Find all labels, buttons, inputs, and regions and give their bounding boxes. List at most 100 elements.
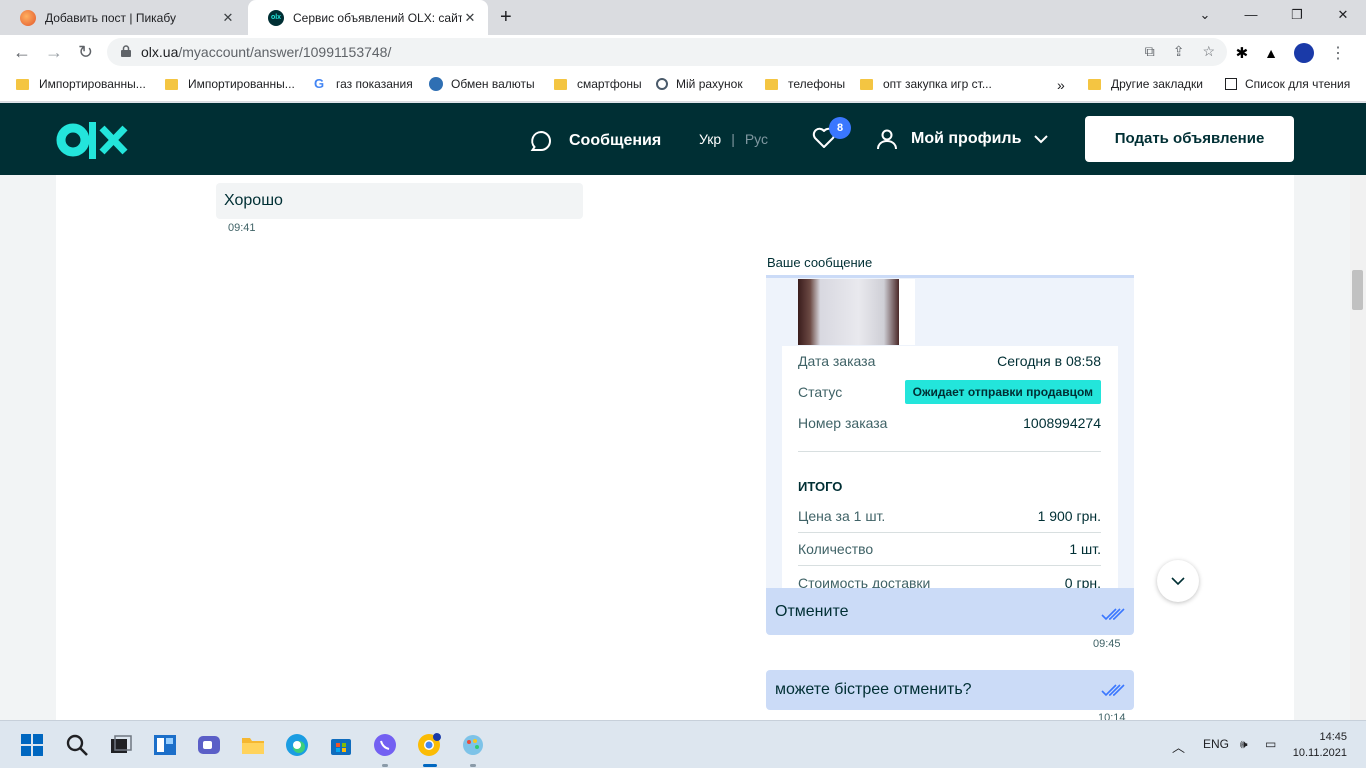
folder-icon [765,78,778,90]
bookmark-item[interactable]: Мій рахунок [656,77,743,91]
olx-header: Сообщения Укр | Рус 8 Мой профиль Подать о… [0,103,1366,175]
tab-pikabu[interactable]: Добавить пост | Пикабу ✕ [0,0,246,35]
microsoft-store-icon[interactable] [329,733,353,757]
profile-avatar[interactable] [1294,43,1314,63]
bookmark-item[interactable]: Импортированны... [165,77,295,91]
open-in-app-icon[interactable]: ⧉ [1145,43,1155,60]
order-status-row: Статус Ожидает отправки продавцом [798,376,1101,408]
lang-rus[interactable]: Рус [745,131,768,147]
minimize-icon[interactable]: — [1228,0,1274,30]
back-icon[interactable]: ← [13,42,31,63]
page-scrollbar[interactable] [1350,175,1366,721]
chat-area: Хорошо 09:41 Ваше сообщение Дата заказа С… [0,175,1366,721]
windows-taskbar: ︿ ENG 🕪 ▭ 14:45 10.11.2021 [0,720,1366,768]
close-tab-icon[interactable]: ✕ [220,10,236,26]
input-language[interactable]: ENG [1203,737,1229,751]
message-text: можете бістрее отменить? [775,681,972,698]
new-tab-icon[interactable]: + [500,6,512,29]
lock-icon [121,45,131,57]
delivery-cost-row: Стоимость доставки 0 грн. [798,574,1101,589]
incoming-message: Хорошо [216,183,583,219]
order-screenshot-attachment[interactable]: Дата заказа Сегодня в 08:58 Статус Ожидает… [766,275,1134,588]
more-bookmarks-icon[interactable]: » [1057,77,1065,93]
scroll-to-bottom-button[interactable] [1157,560,1199,602]
messages-label: Сообщения [569,132,662,149]
account-icon [656,78,668,90]
scrollbar-thumb[interactable] [1352,270,1363,310]
tab-search-icon[interactable]: ⌄ [1182,0,1228,30]
outgoing-message: можете бістрее отменить? [766,670,1134,710]
reading-list[interactable]: Список для чтения [1225,77,1350,91]
favorites-count-badge: 8 [829,117,851,139]
running-indicator [470,764,476,767]
price-row: Цена за 1 шт. 1 900 грн. [798,500,1101,533]
post-ad-button[interactable]: Подать объявление [1085,116,1294,162]
search-icon[interactable] [65,733,89,757]
order-details-card: Дата заказа Сегодня в 08:58 Статус Ожидает… [782,346,1118,588]
olx-logo-icon[interactable] [56,121,128,159]
profile-label: Мой профиль [911,130,1022,147]
outgoing-message: Отмените [766,588,1134,635]
forward-icon[interactable]: → [45,42,63,63]
folder-icon [165,78,178,90]
folder-icon [16,78,29,90]
bookmarks-bar: Импортированны... Импортированны... Gгаз… [0,69,1366,102]
bookmark-star-icon[interactable]: ☆ [1202,43,1215,60]
speaker-icon[interactable]: 🕪 [1240,737,1248,752]
restore-icon[interactable]: ❐ [1274,0,1320,30]
other-bookmarks[interactable]: Другие закладки [1088,77,1203,91]
message-text: Отмените [775,603,849,620]
paint-app-icon[interactable] [461,733,485,757]
folder-icon [1088,78,1101,90]
tab-olx[interactable]: olx Сервис объявлений OLX: сайт ч ✕ [248,0,488,35]
lang-ukr[interactable]: Укр [699,131,721,147]
clock-date: 10.11.2021 [1292,747,1347,759]
extensions-puzzle-icon[interactable]: ✱ [1236,44,1249,62]
user-icon [877,129,897,150]
running-indicator [382,764,388,767]
file-explorer-icon[interactable] [241,733,265,757]
chrome-browser-icon[interactable] [417,733,441,757]
chat-bubble-icon [530,130,551,151]
reading-list-icon [1225,78,1237,90]
profile-menu[interactable]: Мой профиль [876,128,1049,150]
task-view-icon[interactable] [109,733,133,757]
your-message-label: Ваше сообщение [767,255,873,270]
show-hidden-icons-icon[interactable]: ︿ [1172,737,1185,756]
bookmark-item[interactable]: телефоны [765,77,845,91]
clock-time: 14:45 [1319,731,1347,743]
language-switcher: Укр | Рус [699,131,769,147]
folder-icon [554,78,567,90]
message-time: 09:41 [228,222,256,234]
share-icon[interactable]: ⇪ [1173,43,1185,60]
battery-icon[interactable]: ▭ [1265,737,1276,751]
bookmark-item[interactable]: опт закупка игр ст... [860,77,992,91]
bookmark-item[interactable]: Обмен валюты [429,77,535,91]
lab-flask-icon[interactable]: ▲ [1264,45,1278,61]
bookmark-item[interactable]: смартфоны [554,77,642,91]
bookmark-item[interactable]: Импортированны... [16,77,146,91]
order-number-row: Номер заказа 1008994274 [798,408,1101,452]
product-photo [798,279,915,345]
status-badge: Ожидает отправки продавцом [904,380,1101,404]
teams-chat-icon[interactable] [197,733,221,757]
tab-title: Сервис объявлений OLX: сайт ч [293,10,462,25]
close-window-icon[interactable]: ✕ [1320,0,1366,30]
widgets-icon[interactable] [153,733,177,757]
pikabu-favicon-icon [20,9,36,26]
chevron-down-icon [1171,576,1185,585]
close-tab-icon[interactable]: ✕ [462,10,478,26]
total-heading: ИТОГО [798,479,843,494]
messages-link[interactable]: Сообщения [530,130,661,152]
tab-title: Добавить пост | Пикабу [45,10,176,25]
bookmark-item[interactable]: Gгаз показания [314,77,413,92]
double-check-icon [1101,684,1125,697]
menu-kebab-icon[interactable]: ⋮ [1330,43,1346,63]
windows-start-icon[interactable] [20,733,44,757]
message-time: 09:45 [1093,638,1121,650]
edge-browser-icon[interactable] [285,733,309,757]
reload-icon[interactable]: ↻ [78,42,93,63]
system-clock[interactable]: 14:45 10.11.2021 [1293,729,1347,761]
viber-icon[interactable] [373,733,397,757]
address-bar[interactable]: olx.ua/myaccount/answer/10991153748/ ⧉ ⇪… [107,38,1227,66]
